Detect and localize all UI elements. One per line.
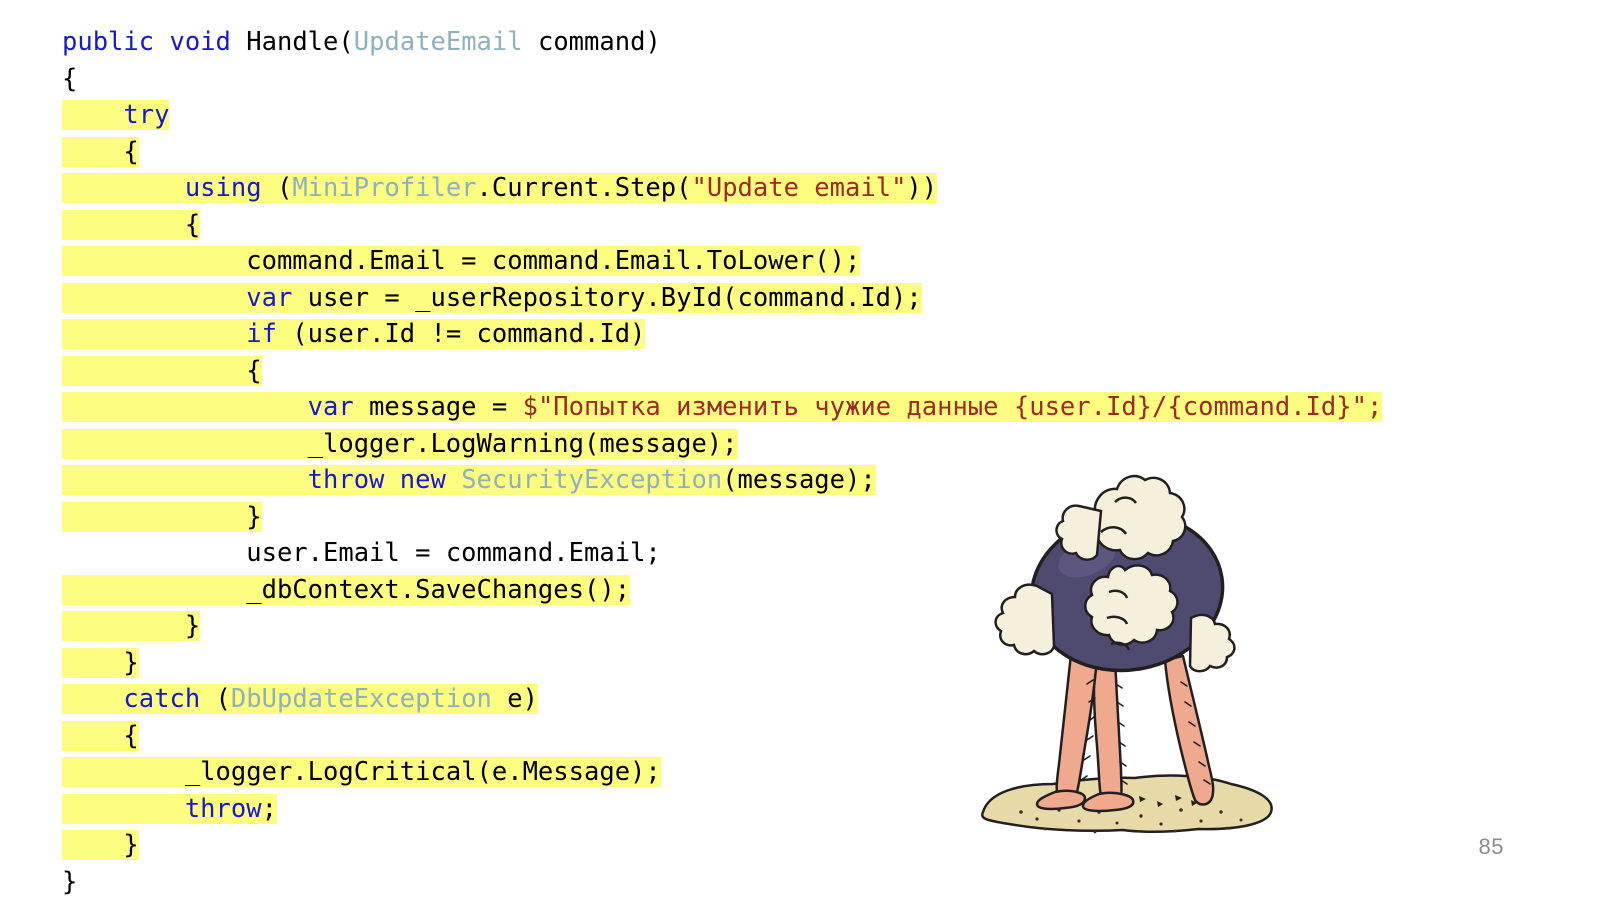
code-line: catch (DbUpdateException e) xyxy=(62,681,1512,718)
code-token: ( xyxy=(200,684,231,714)
code-token: command) xyxy=(522,27,661,57)
code-line: { xyxy=(62,134,1512,171)
code-line: _logger.LogWarning(message); xyxy=(62,426,1512,463)
code-token: { xyxy=(62,63,78,94)
code-token: _logger.LogWarning(message); xyxy=(307,428,738,459)
code-token: Handle( xyxy=(230,27,354,57)
code-token: user = _userRepository.ById(command.Id); xyxy=(292,282,922,313)
code-highlight: command.Email = command.Email.ToLower(); xyxy=(62,246,861,276)
code-token: ( xyxy=(261,173,293,203)
code-token: command.Email = command.Email.ToLower(); xyxy=(246,246,861,276)
code-highlight: { xyxy=(62,209,201,240)
code-token: UpdateEmail xyxy=(353,27,523,57)
code-line: _dbContext.SaveChanges(); xyxy=(62,572,1512,609)
code-highlight: var user = _userRepository.ById(command.… xyxy=(62,282,922,313)
code-line: } xyxy=(62,608,1512,645)
code-line: if (user.Id != command.Id) xyxy=(62,316,1512,353)
ostrich-head-in-sand-illustration xyxy=(975,440,1285,840)
code-highlight: throw; xyxy=(62,793,277,824)
ostrich-tail-feathers xyxy=(994,583,1056,656)
code-highlight: var message = $"Попытка изменить чужие д… xyxy=(62,392,1383,422)
code-line: { xyxy=(62,207,1512,244)
code-token: "Update email" xyxy=(691,173,907,203)
code-highlight: } xyxy=(62,501,262,532)
code-token: $"Попытка изменить чужие данные {user.Id… xyxy=(522,392,1383,422)
code-highlight: { xyxy=(62,136,139,167)
code-token: )) xyxy=(906,173,938,203)
code-line: { xyxy=(62,353,1512,390)
code-line: } xyxy=(62,864,1512,900)
code-highlight: _dbContext.SaveChanges(); xyxy=(62,574,631,605)
code-token: (message); xyxy=(722,465,876,495)
code-highlight: { xyxy=(62,720,139,751)
code-line: throw; xyxy=(62,791,1512,828)
code-line: } xyxy=(62,499,1512,536)
code-highlight: throw new SecurityException(message); xyxy=(62,465,876,495)
code-line: using (MiniProfiler.Current.Step("Update… xyxy=(62,170,1512,207)
code-token: } xyxy=(184,611,201,641)
code-token: MiniProfiler xyxy=(292,173,477,203)
code-line: try xyxy=(62,97,1512,134)
code-token: _dbContext.SaveChanges(); xyxy=(246,574,631,605)
code-highlight: try xyxy=(62,100,170,130)
code-snippet: public void Handle(UpdateEmail command){… xyxy=(62,24,1512,900)
code-line: { xyxy=(62,718,1512,755)
ostrich-head-plume xyxy=(1055,474,1187,561)
code-token: } xyxy=(123,647,139,678)
code-token: { xyxy=(184,209,201,240)
code-line: user.Email = command.Email; xyxy=(62,535,1512,572)
code-token: if xyxy=(246,319,277,349)
code-token: throw xyxy=(307,465,385,495)
code-token: throw xyxy=(184,793,262,824)
code-token: message = xyxy=(353,392,523,422)
code-token: ; xyxy=(261,793,277,824)
code-line: _logger.LogCritical(e.Message); xyxy=(62,754,1512,791)
code-token: using xyxy=(184,173,262,203)
code-line: var message = $"Попытка изменить чужие д… xyxy=(62,389,1512,426)
code-highlight: { xyxy=(62,355,262,386)
code-token: { xyxy=(123,720,139,751)
code-token: SecurityException xyxy=(461,465,723,495)
code-token: { xyxy=(123,136,139,167)
code-token: } xyxy=(62,866,78,897)
code-token: DbUpdateException xyxy=(230,684,492,714)
page-number: 85 xyxy=(1478,834,1504,859)
code-highlight: } xyxy=(62,647,139,678)
code-highlight: catch (DbUpdateException e) xyxy=(62,684,538,714)
code-line: throw new SecurityException(message); xyxy=(62,462,1512,499)
code-token: var xyxy=(246,282,293,313)
code-highlight: _logger.LogWarning(message); xyxy=(62,428,738,459)
code-token: catch xyxy=(123,684,201,714)
code-line: command.Email = command.Email.ToLower(); xyxy=(62,243,1512,280)
code-token: .Current.Step( xyxy=(476,173,692,203)
code-token: new xyxy=(399,465,446,495)
code-token: try xyxy=(123,100,170,130)
code-token: public xyxy=(62,27,155,57)
code-line: var user = _userRepository.ById(command.… xyxy=(62,280,1512,317)
code-highlight: using (MiniProfiler.Current.Step("Update… xyxy=(62,173,938,203)
code-highlight: if (user.Id != command.Id) xyxy=(62,319,646,349)
code-line: } xyxy=(62,827,1512,864)
code-token: e) xyxy=(491,684,538,714)
code-line: } xyxy=(62,645,1512,682)
code-highlight: _logger.LogCritical(e.Message); xyxy=(62,757,661,787)
code-highlight: } xyxy=(62,611,201,641)
code-line: { xyxy=(62,61,1512,98)
code-line: public void Handle(UpdateEmail command) xyxy=(62,24,1512,61)
code-token: (user.Id != command.Id) xyxy=(276,319,646,349)
code-token: void xyxy=(169,27,231,57)
code-token: } xyxy=(123,830,139,860)
code-token: { xyxy=(246,355,262,386)
code-token: user.Email = command.Email; xyxy=(246,538,661,568)
code-token: } xyxy=(246,501,262,532)
code-token: _logger.LogCritical(e.Message); xyxy=(184,757,661,787)
code-token: var xyxy=(307,392,354,422)
code-highlight: } xyxy=(62,830,139,860)
